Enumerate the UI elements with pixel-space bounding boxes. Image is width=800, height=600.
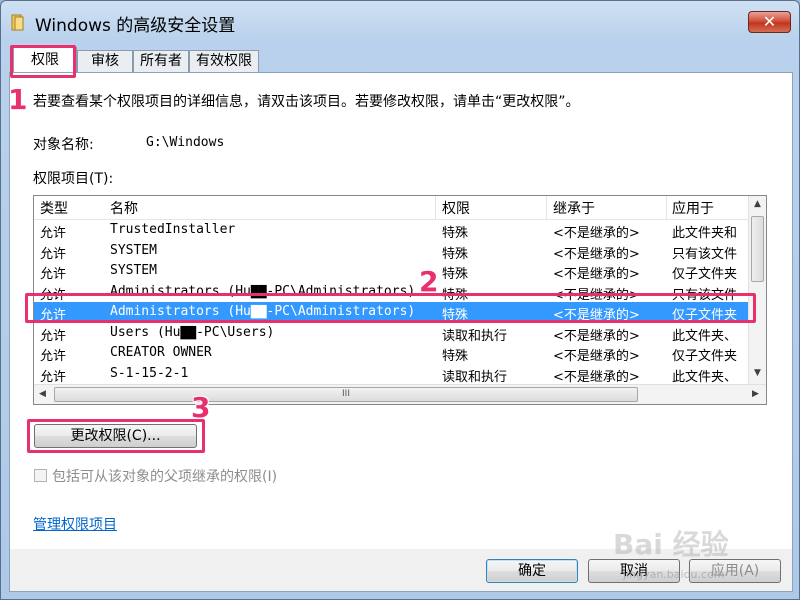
vertical-scroll-thumb[interactable]: [751, 216, 764, 282]
column-divider[interactable]: [435, 196, 436, 220]
cell-type: 允许: [40, 369, 67, 385]
cell-permission: 特殊: [442, 267, 469, 282]
cell-name: Users (Hu▇▇-PC\Users): [110, 324, 275, 340]
horizontal-scroll-thumb[interactable]: III: [54, 387, 638, 402]
scroll-up-icon[interactable]: ▲: [754, 199, 761, 209]
callout-number-3: 3: [191, 391, 211, 424]
callout-box-2: [25, 293, 756, 323]
cell-name: SYSTEM: [110, 242, 157, 258]
permission-entries-label: 权限项目(T):: [33, 171, 114, 187]
column-header-name[interactable]: 名称: [110, 198, 138, 218]
cell-permission: 读取和执行: [442, 369, 508, 385]
table-row[interactable]: 允许 SYSTEM 特殊 <不是继承的> 只有该文件: [34, 241, 748, 262]
column-header-permission[interactable]: 权限: [442, 198, 470, 218]
column-divider[interactable]: [666, 196, 667, 220]
ok-button[interactable]: 确定: [486, 559, 578, 583]
watermark-url: jingyan.baidu.com: [623, 568, 725, 581]
cell-permission: 读取和执行: [442, 328, 508, 344]
cell-apply-to: 此文件夹、: [672, 369, 738, 385]
cell-name: TrustedInstaller: [110, 222, 236, 237]
cell-apply-to: 仅子文件夹: [672, 349, 738, 364]
cell-apply-to: 只有该文件: [672, 246, 738, 262]
table-row[interactable]: 允许 CREATOR OWNER 特殊 <不是继承的> 仅子文件夹: [34, 343, 748, 364]
folder-icon: [11, 13, 27, 31]
tab-effective-permissions[interactable]: 有效权限: [189, 50, 259, 73]
column-divider[interactable]: [546, 196, 547, 220]
object-name-value: G:\Windows: [146, 135, 225, 150]
cell-inherited-from: <不是继承的>: [553, 328, 640, 344]
cell-type: 允许: [40, 328, 67, 344]
scroll-down-icon[interactable]: ▼: [754, 368, 761, 378]
cell-apply-to: 此文件夹和: [672, 226, 738, 241]
table-row[interactable]: 允许 Users (Hu▇▇-PC\Users) 读取和执行 <不是继承的> 此文件夹、: [34, 323, 748, 344]
callout-number-1: 1: [8, 83, 28, 116]
inherit-permissions-label: 包括可从该对象的父项继承的权限(I): [52, 469, 278, 485]
cell-inherited-from: <不是继承的>: [553, 246, 640, 262]
cell-name: CREATOR OWNER: [110, 345, 212, 360]
vertical-scrollbar[interactable]: ▲ ▼: [748, 196, 766, 384]
tab-auditing[interactable]: 审核: [77, 50, 133, 73]
column-header-inherited-from[interactable]: 继承于: [553, 198, 595, 218]
horizontal-scrollbar[interactable]: ◀ III ▶: [34, 384, 766, 404]
cell-type: 允许: [40, 349, 67, 364]
cell-permission: 特殊: [442, 226, 469, 241]
table-row[interactable]: 允许 SYSTEM 特殊 <不是继承的> 仅子文件夹: [34, 261, 748, 282]
close-button[interactable]: ✕: [748, 11, 791, 33]
scroll-right-icon[interactable]: ▶: [752, 389, 759, 399]
cell-type: 允许: [40, 267, 67, 282]
column-header-apply-to[interactable]: 应用于: [672, 198, 714, 218]
scroll-left-icon[interactable]: ◀: [39, 389, 46, 399]
cell-name: S-1-15-2-1: [110, 365, 189, 381]
callout-number-2: 2: [419, 265, 439, 298]
dialog-window: Windows 的高级安全设置 ✕ 权限 审核 所有者 有效权限 1 若要查看某…: [0, 0, 800, 600]
cell-inherited-from: <不是继承的>: [553, 369, 640, 385]
tab-owner[interactable]: 所有者: [133, 50, 189, 73]
change-permissions-button[interactable]: 更改权限(C)...: [34, 424, 197, 448]
table-row[interactable]: 允许 TrustedInstaller 特殊 <不是继承的> 此文件夹和: [34, 220, 748, 241]
list-header: 类型 名称 权限 继承于 应用于: [34, 196, 748, 220]
manage-permission-entries-link[interactable]: 管理权限项目: [33, 514, 117, 534]
cell-permission: 特殊: [442, 349, 469, 364]
cell-inherited-from: <不是继承的>: [553, 226, 640, 241]
info-text: 若要查看某个权限项目的详细信息，请双击该项目。若要修改权限，请单击“更改权限”。: [33, 94, 580, 110]
callout-box-1: [10, 45, 76, 78]
inherit-permissions-checkbox[interactable]: [34, 469, 47, 482]
cell-inherited-from: <不是继承的>: [553, 349, 640, 364]
cell-type: 允许: [40, 226, 67, 241]
cell-apply-to: 此文件夹、: [672, 328, 738, 344]
window-title: Windows 的高级安全设置: [35, 16, 236, 36]
cell-inherited-from: <不是继承的>: [553, 267, 640, 282]
watermark-logo: Bai 经验: [613, 528, 729, 561]
cell-name: SYSTEM: [110, 263, 157, 278]
cell-apply-to: 仅子文件夹: [672, 267, 738, 282]
object-name-label: 对象名称:: [33, 137, 94, 153]
column-header-type[interactable]: 类型: [40, 198, 68, 218]
cell-permission: 特殊: [442, 246, 469, 262]
cell-type: 允许: [40, 246, 67, 262]
table-row[interactable]: 允许 S-1-15-2-1 读取和执行 <不是继承的> 此文件夹、: [34, 364, 748, 385]
